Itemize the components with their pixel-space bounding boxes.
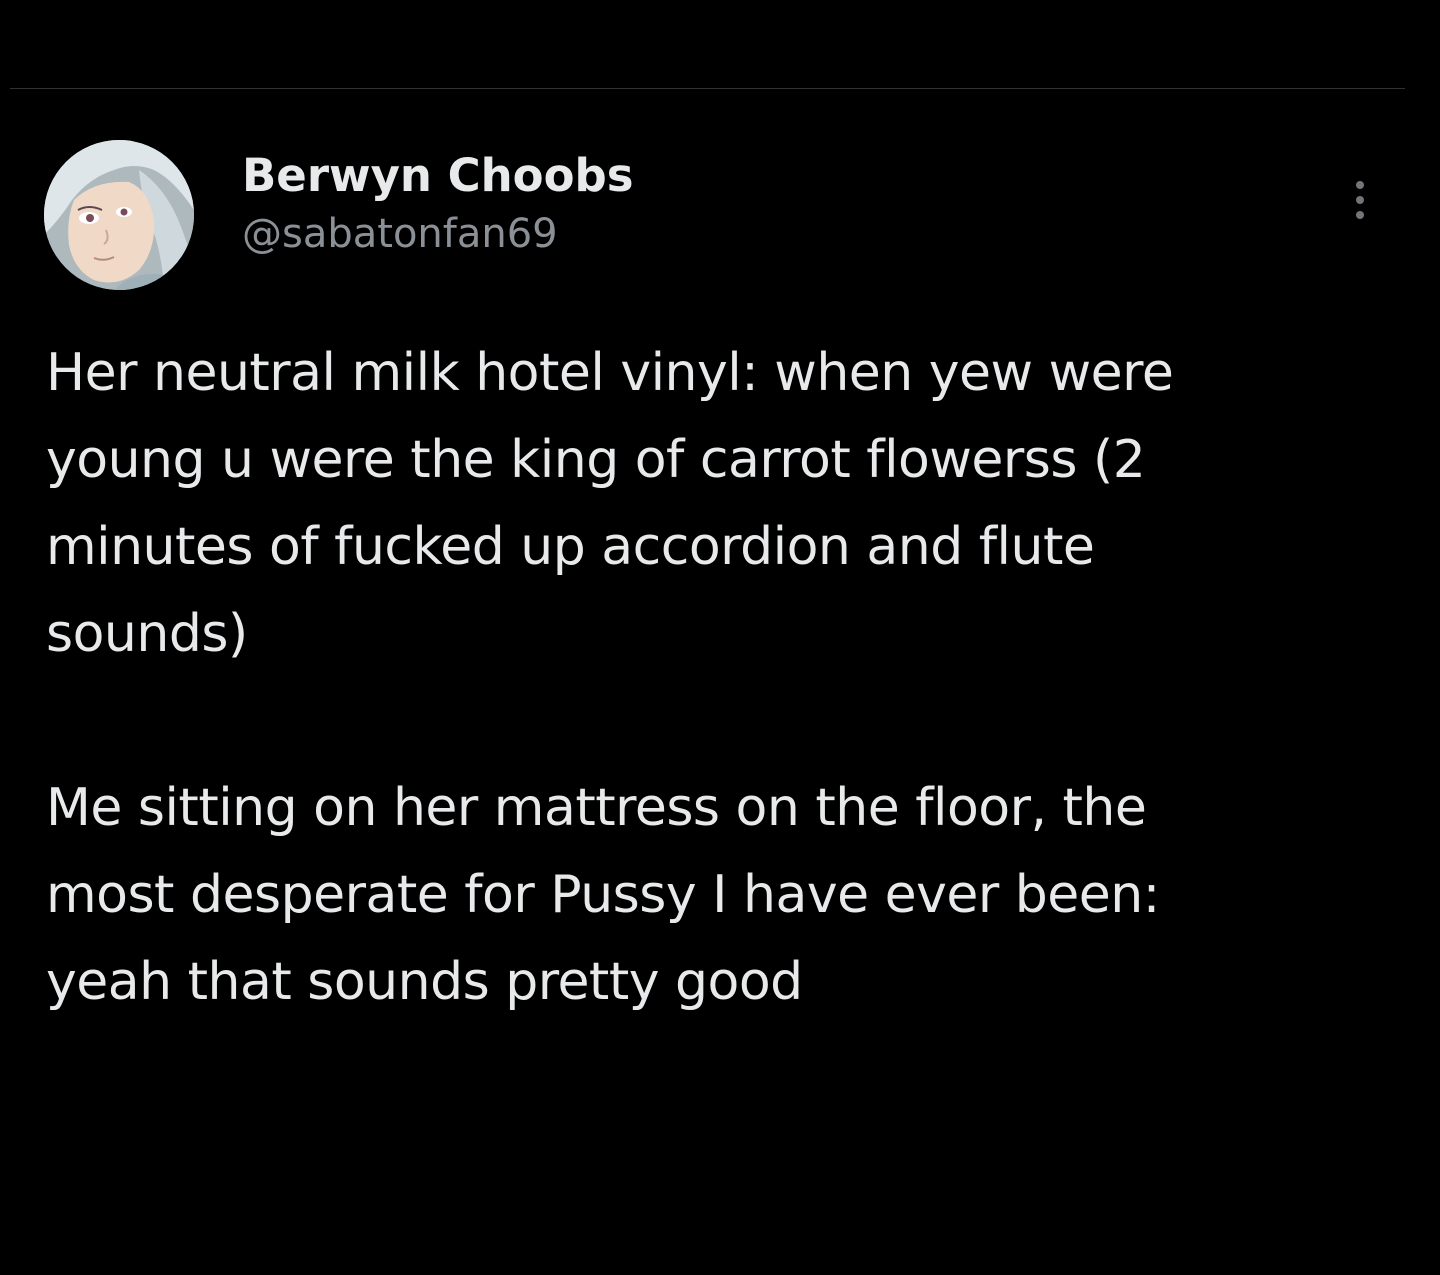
more-options-icon-dot	[1356, 196, 1364, 204]
tweet: Berwyn Choobs @sabatonfan69 Her neutral …	[0, 0, 1440, 1275]
more-options-icon	[1356, 181, 1364, 189]
tweet-paragraph-1: Her neutral milk hotel vinyl: when yew w…	[46, 343, 1174, 664]
author-info: Berwyn Choobs @sabatonfan69	[242, 148, 634, 260]
more-options-button[interactable]	[1340, 172, 1380, 228]
avatar[interactable]	[44, 140, 194, 290]
tweet-paragraph-2: Me sitting on her mattress on the floor,…	[46, 778, 1160, 1012]
anime-character-avatar-icon	[44, 140, 194, 290]
more-options-icon-dot	[1356, 211, 1364, 219]
author-handle[interactable]: @sabatonfan69	[242, 208, 634, 260]
tweet-text: Her neutral milk hotel vinyl: when yew w…	[46, 330, 1416, 1026]
author-display-name[interactable]: Berwyn Choobs	[242, 148, 634, 204]
